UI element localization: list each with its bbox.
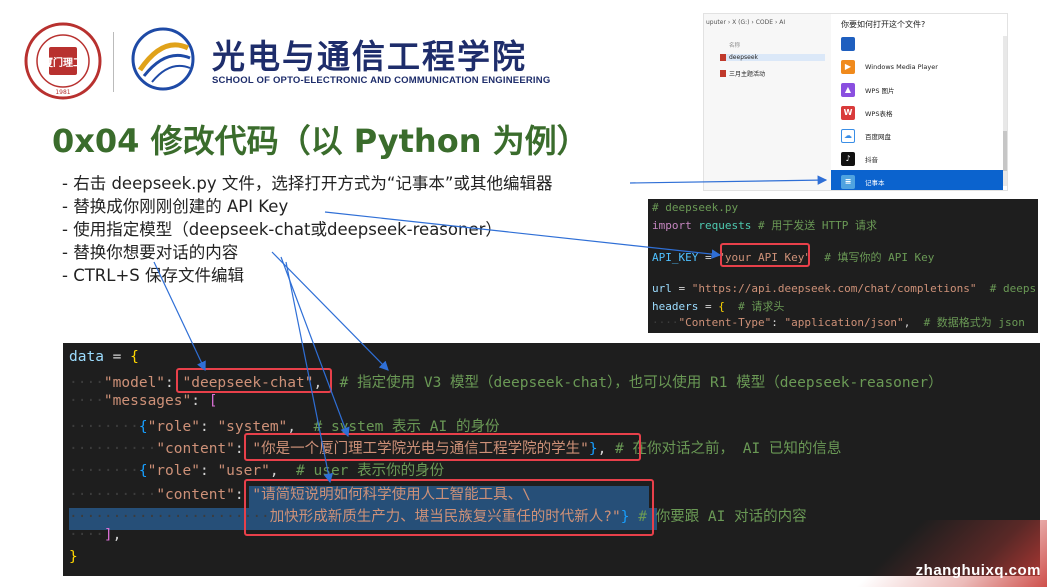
python-file-icon [720, 54, 726, 61]
instruction-item: - 使用指定模型（deepseek-chat或deepseek-reasoner… [62, 220, 502, 239]
code-line: ········{"role": "user", # user 表示你的身份 [69, 463, 445, 479]
slide-title: 0x04 修改代码（以 Python 为例） [52, 122, 589, 160]
document-file-icon [720, 70, 726, 77]
watermark: zhanghuixq.com [915, 562, 1041, 579]
instruction-item: - 右击 deepseek.py 文件，选择打开方式为“记事本”或其他编辑器 [62, 174, 553, 193]
school-name-en: SCHOOL OF OPTO-ELECTRONIC AND COMMUNICAT… [212, 75, 551, 86]
svg-text:1981: 1981 [55, 89, 70, 96]
app-option-baidu-netdisk[interactable]: ☁ 百度网盘 [831, 124, 1003, 147]
school-name-cn: 光电与通信工程学院 [212, 37, 527, 76]
douyin-icon: ♪ [841, 151, 855, 166]
app-option-douyin[interactable]: ♪ 抖音 [831, 147, 1003, 170]
dialog-scrollbar[interactable] [1003, 36, 1007, 186]
code-line: import requests # 用于发送 HTTP 请求 [652, 219, 877, 232]
column-header-name[interactable]: 名称 [729, 41, 740, 49]
notepad-icon: ≡ [841, 174, 855, 189]
file-explorer-pane: uputer › X (G:) › CODE › AI 名称 deepseek … [704, 14, 831, 190]
open-with-dialog: uputer › X (G:) › CODE › AI 名称 deepseek … [703, 13, 1008, 191]
slide: 厦门理工 1981 光电与通信工程学院 SCHOOL OF OPTO-ELECT… [0, 0, 1047, 587]
open-with-question: 你要如何打开这个文件? [841, 20, 926, 29]
instruction-item: - 替换成你刚刚创建的 API Key [62, 197, 289, 216]
code-line: # deepseek.py [652, 201, 739, 214]
code-line: } [69, 549, 78, 565]
model-highlight [176, 368, 332, 393]
wps-sheet-icon: W [841, 105, 855, 120]
user-content-highlight [244, 479, 654, 536]
instruction-item: - CTRL+S 保存文件编辑 [62, 266, 244, 285]
breadcrumb[interactable]: uputer › X (G:) › CODE › AI [706, 19, 785, 26]
open-with-list: 你要如何打开这个文件? ▶ Windows Media Player ▲ WPS… [831, 14, 1007, 190]
scrollbar-thumb[interactable] [1003, 131, 1007, 171]
school-logo-icon [131, 27, 195, 91]
app-option-wps-sheet[interactable]: W WPS表格 [831, 101, 1003, 124]
code-line: url = "https://api.deepseek.com/chat/com… [652, 282, 1037, 295]
code-line: ····], [69, 527, 122, 543]
code-line: ····"messages": [ [69, 393, 218, 409]
app-option-notepad[interactable]: ≡ 记事本 [831, 170, 1003, 190]
code-line: headers = { # 请求头 [652, 300, 785, 313]
baidu-netdisk-icon: ☁ [841, 128, 855, 143]
system-content-highlight [244, 433, 641, 461]
media-player-icon: ▶ [841, 59, 855, 74]
university-seal-logo: 厦门理工 1981 [24, 22, 102, 100]
app-option-windows-media-player[interactable]: ▶ Windows Media Player [831, 55, 1003, 78]
svg-text:厦门理工: 厦门理工 [43, 56, 83, 69]
code-editor-preview: # deepseek.py import requests # 用于发送 HTT… [648, 199, 1038, 333]
file-item-activity[interactable]: 三月主题活动 [720, 69, 765, 78]
logo-divider [113, 32, 114, 92]
instruction-item: - 替换你想要对话的内容 [62, 243, 239, 262]
app-option-wps-picture[interactable]: ▲ WPS 图片 [831, 78, 1003, 101]
instruction-list: - 右击 deepseek.py 文件，选择打开方式为“记事本”或其他编辑器 -… [62, 172, 552, 287]
wps-picture-icon: ▲ [841, 82, 855, 97]
code-line: data = { [69, 349, 139, 365]
file-item-deepseek[interactable]: deepseek [720, 54, 825, 61]
app-icon-top [841, 36, 855, 51]
api-key-highlight [720, 243, 810, 267]
app-option[interactable] [831, 32, 1003, 55]
code-line: ····"Content-Type": "application/json", … [652, 316, 1025, 329]
